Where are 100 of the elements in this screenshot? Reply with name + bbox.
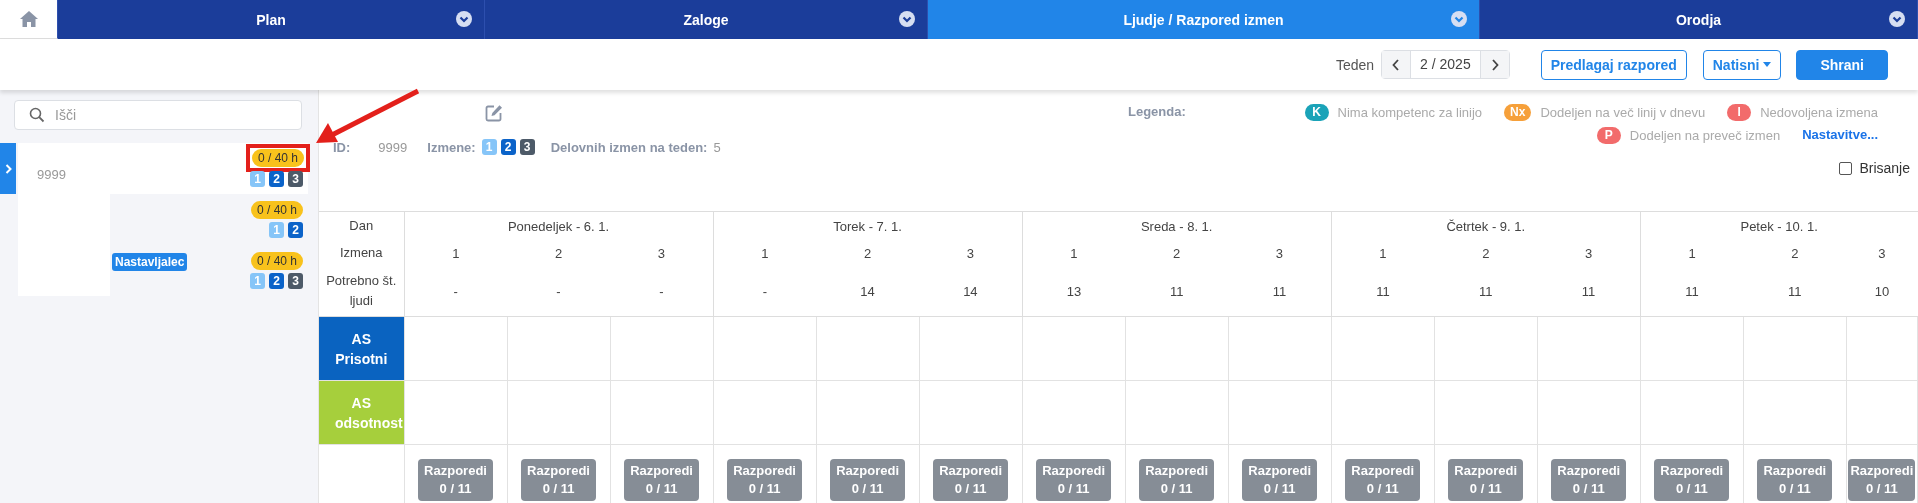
shift-number: 3 — [919, 240, 1023, 266]
assign-button[interactable]: Razporedi 0 / 11 — [521, 459, 596, 501]
legend-label: Legenda: — [1128, 104, 1187, 121]
day-header: Četrtek - 9. 1. — [1331, 211, 1641, 240]
shift-number: 2 — [1790, 244, 1800, 263]
required-count: - — [404, 266, 508, 317]
day-header: Torek - 7. 1. — [713, 211, 1023, 240]
assign-button[interactable]: Razporedi 0 / 11 — [933, 459, 1009, 501]
assign-button[interactable]: Razporedi 0 / 11 — [1654, 459, 1730, 501]
previous-week-button[interactable] — [1382, 51, 1411, 78]
legend-text: Nedovoljena izmena — [1760, 105, 1878, 120]
chevron-icon — [1451, 11, 1467, 27]
chevron-right-icon — [4, 163, 12, 174]
required-count: 11 — [1228, 266, 1332, 317]
shifts-label: Izmene: — [427, 139, 476, 155]
caret-icon — [1763, 62, 1772, 67]
shift-badge: 2 — [269, 171, 284, 187]
nav-tab[interactable]: Ljudje / Razpored izmen — [928, 0, 1480, 39]
required-count: 11 — [1537, 266, 1641, 317]
search-field[interactable]: Išči — [14, 100, 302, 130]
shift-number: 2 — [1481, 244, 1491, 263]
assign-button[interactable]: Razporedi 0 / 11 — [830, 459, 905, 501]
delete-checkbox[interactable]: Brisanje — [1839, 160, 1910, 176]
chevron-left-icon — [1392, 58, 1401, 71]
edit-icon — [485, 104, 503, 122]
shift-number: 3 — [1537, 240, 1641, 266]
chevron-icon — [899, 11, 915, 27]
hours-badge: 0 / 40 h — [250, 252, 303, 270]
shift-badge: 1 — [250, 273, 265, 289]
legend-text: Dodeljen na preveč izmen — [1629, 128, 1781, 143]
week-value: 2 / 2025 — [1410, 51, 1481, 78]
shift-number: 3 — [610, 240, 714, 266]
shift-number: 1 — [404, 240, 508, 266]
next-week-button[interactable] — [1480, 51, 1509, 78]
legend-badge: Nx — [1504, 104, 1532, 121]
legend-badge: K — [1304, 104, 1329, 121]
day-header: Ponedeljek - 6. 1. — [404, 211, 714, 240]
required-count: 11 — [1331, 266, 1435, 317]
chevron-icon — [1889, 11, 1905, 27]
assign-button[interactable]: Razporedi 0 / 11 — [1242, 459, 1318, 501]
required-count: 14 — [919, 266, 1023, 317]
shift-badge: 2 — [288, 222, 303, 238]
shift-badge: 1 — [269, 222, 284, 238]
assign-button[interactable]: Razporedi 0 / 11 — [418, 459, 493, 501]
shift-badge: 3 — [288, 171, 303, 187]
assign-button[interactable]: Razporedi 0 / 11 — [1757, 459, 1833, 501]
weekly-shifts-value: 5 — [713, 139, 721, 155]
save-button[interactable]: Shrani — [1796, 49, 1888, 80]
shift-badge: 3 — [288, 273, 303, 289]
assign-button[interactable]: Razporedi 0 / 11 — [624, 459, 699, 501]
required-count: - — [610, 266, 714, 317]
chevron-right-icon — [1490, 58, 1499, 71]
required-count: 11 — [1743, 266, 1847, 317]
row-header: Dan — [319, 211, 404, 240]
home-icon — [18, 10, 39, 28]
assign-button[interactable]: Razporedi 0 / 11 — [1139, 459, 1215, 501]
day-header: Petek - 10. 1. — [1640, 211, 1918, 240]
legend-text: Nima kompetenc za linijo — [1337, 105, 1483, 120]
hours-badge: 0 / 40 h — [251, 149, 304, 167]
id-value: 9999 — [378, 139, 408, 155]
shift-number: 3 — [1877, 244, 1887, 263]
id-label: ID: — [333, 139, 351, 155]
row-header: Potrebno št. ljudi — [319, 266, 404, 317]
shift-badge: 2 — [500, 139, 516, 155]
required-count: - — [507, 266, 611, 317]
employee-item[interactable]: Nastavljalec 0 / 40 h 1 2 3 — [0, 245, 308, 296]
required-count: 14 — [816, 266, 920, 317]
shift-number: 2 — [553, 244, 564, 263]
shift-number: 1 — [1022, 240, 1126, 266]
shift-number: 2 — [862, 244, 873, 263]
search-input[interactable]: Išči — [53, 106, 287, 124]
hours-badge: 0 / 40 h — [250, 201, 303, 219]
search-icon — [29, 107, 45, 123]
shift-number: 1 — [713, 240, 817, 266]
shift-badge: 1 — [481, 139, 497, 155]
assign-button[interactable]: Razporedi 0 / 11 — [727, 459, 802, 501]
assign-button[interactable]: Razporedi 0 / 11 — [1551, 459, 1627, 501]
assign-button[interactable]: Razporedi 0 / 11 — [1345, 459, 1421, 501]
assign-button[interactable]: Razporedi 0 / 11 — [1036, 459, 1112, 501]
day-header: Sreda - 8. 1. — [1022, 211, 1332, 240]
role-tag: Nastavljalec — [112, 253, 188, 271]
required-count: - — [713, 266, 817, 317]
required-count: 11 — [1125, 266, 1229, 317]
print-dropdown-button[interactable]: Natisni — [1702, 49, 1782, 80]
legend-text: Dodeljen na več linij v dnevu — [1540, 105, 1706, 120]
shift-number: 1 — [1331, 240, 1435, 266]
employee-item[interactable]: 9999 0 / 40 h 1 2 3 — [0, 143, 308, 194]
chevron-icon — [456, 11, 472, 27]
assign-button[interactable]: Razporedi 0 / 11 — [1448, 459, 1524, 501]
week-label: Teden — [1335, 56, 1375, 73]
suggest-button[interactable]: Predlagaj razpored — [1540, 49, 1687, 80]
home-tab[interactable] — [0, 0, 58, 39]
employee-item[interactable]: 0 / 40 h 1 2 — [0, 194, 308, 245]
required-count: 10 — [1846, 266, 1918, 317]
assign-button[interactable]: Razporedi 0 / 11 — [1848, 459, 1916, 501]
required-count: 13 — [1022, 266, 1126, 317]
shift-badge: 2 — [269, 273, 284, 289]
group-header: AS Prisotni — [319, 316, 404, 381]
weekly-shifts-label: Delovnih izmen na teden: — [550, 139, 708, 155]
settings-link[interactable]: Nastavitve... — [1802, 127, 1878, 144]
